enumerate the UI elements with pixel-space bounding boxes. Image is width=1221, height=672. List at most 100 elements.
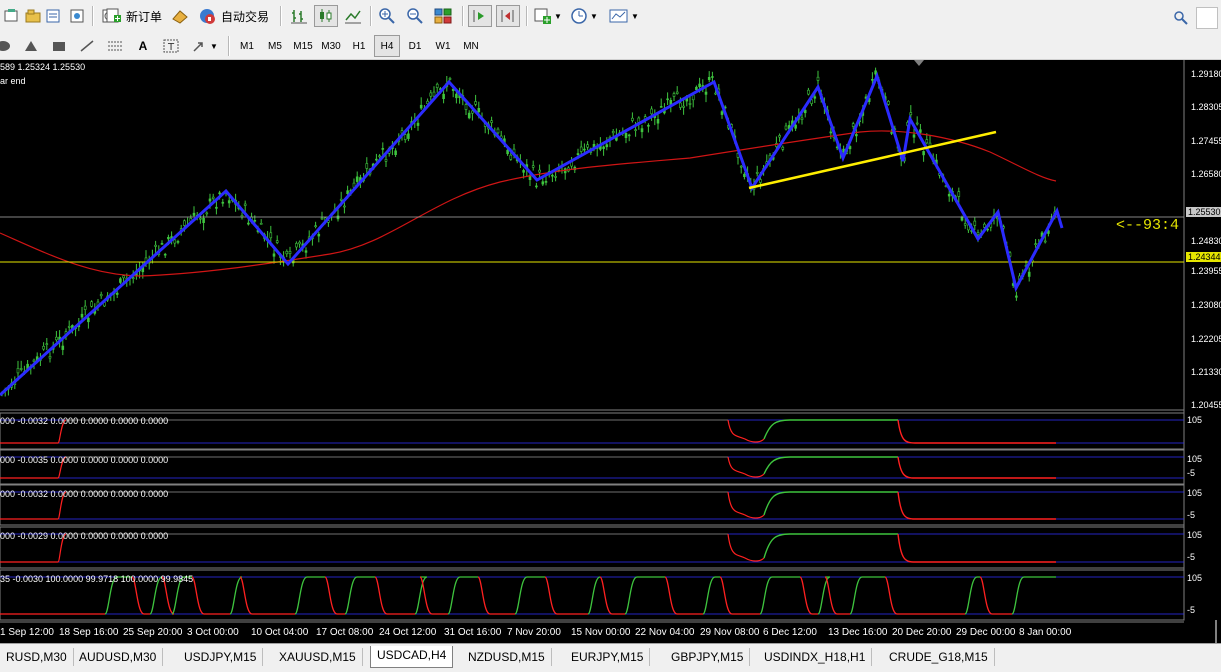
clock-icon — [570, 7, 588, 25]
candle-body — [813, 96, 817, 99]
indicator-values: 35 -0.0030 100.0000 99.9718 100.0000 99.… — [0, 574, 194, 584]
chart-tab[interactable]: XAUUSD,M15 — [273, 648, 363, 666]
new-order-label: 新订单 — [125, 9, 162, 24]
chart-tab[interactable]: AUDUSD,M30 — [73, 648, 164, 666]
candle-body — [455, 93, 458, 99]
timeframe-button-m5[interactable]: M5 — [262, 35, 288, 57]
new-chart-icon[interactable] — [2, 5, 20, 27]
candle-body — [627, 134, 631, 137]
candle-body — [183, 220, 186, 226]
indicator-values: 000 -0.0032 0.0000 0.0000 0.0000 0.0000 — [0, 416, 169, 426]
timeframe-button-w1[interactable]: W1 — [430, 35, 456, 57]
search-input[interactable] — [1196, 7, 1218, 29]
metaeditor-icon[interactable] — [170, 5, 190, 27]
text-tool-button[interactable]: A — [134, 35, 152, 57]
zoom-in-icon[interactable] — [376, 5, 398, 27]
navigator-icon[interactable] — [68, 5, 86, 27]
trendline-icon[interactable] — [78, 35, 96, 57]
ellipse-icon[interactable] — [0, 35, 12, 57]
chart-tab[interactable]: USDCAD,H4 — [370, 646, 454, 668]
candle-body — [890, 132, 893, 134]
chart-tab[interactable]: GBPJPY,M15 — [665, 648, 751, 666]
tile-windows-icon[interactable] — [432, 5, 454, 27]
auto-trading-button[interactable]: 自动交易 — [196, 5, 272, 27]
candle-body — [16, 368, 20, 374]
candle-body — [544, 181, 548, 183]
candle-body — [32, 359, 36, 362]
fibonacci-icon[interactable] — [106, 35, 124, 57]
chart-tab[interactable]: USDJPY,M15 — [178, 648, 264, 666]
market-watch-icon[interactable] — [44, 5, 62, 27]
candle-body — [640, 128, 644, 133]
candle-body — [778, 135, 781, 138]
templates-dropdown[interactable]: ▼ — [606, 5, 642, 27]
candle-body — [343, 205, 346, 208]
candle-body — [90, 301, 93, 307]
indicator-top-level: 105 — [1187, 573, 1203, 583]
price-chart[interactable] — [0, 60, 1221, 643]
chevron-down-icon: ▼ — [554, 11, 562, 21]
chart-shift-icon[interactable] — [496, 5, 520, 27]
timeframe-button-mn[interactable]: MN — [458, 35, 484, 57]
candle-body — [80, 313, 84, 318]
candle-body — [247, 222, 250, 225]
zigzag-line — [0, 71, 1064, 397]
candle-body — [355, 176, 359, 182]
bar-chart-icon[interactable] — [288, 5, 310, 27]
chart-tab[interactable]: USDINDX_H18,H1 — [758, 648, 873, 666]
chart-tab[interactable]: NZDUSD,M15 — [462, 648, 552, 666]
candle-body — [407, 133, 410, 139]
candle-body — [874, 70, 877, 75]
triangle-icon[interactable] — [22, 35, 40, 57]
toolbar-separator — [370, 6, 372, 26]
candle-body — [375, 158, 378, 161]
indicator-top-level: 105 — [1187, 488, 1203, 498]
chart-tab[interactable]: EURJPY,M15 — [565, 648, 651, 666]
countdown-annotation: <--93:4 — [1116, 217, 1180, 234]
candle-body — [215, 206, 218, 209]
periods-dropdown[interactable]: ▼ — [568, 5, 600, 27]
svg-text:T: T — [167, 42, 175, 53]
time-axis-label: 17 Oct 08:00 — [316, 627, 374, 638]
candle-body — [365, 163, 369, 169]
candle-body — [464, 104, 468, 110]
indicators-dropdown[interactable]: ▼ — [532, 5, 564, 27]
zoom-out-icon[interactable] — [404, 5, 426, 27]
candle-body — [816, 76, 820, 81]
candle-body — [720, 111, 724, 115]
candle-body — [551, 174, 554, 177]
candle-body — [45, 343, 49, 346]
time-axis-label: 1 Sep 12:00 — [0, 627, 54, 638]
price-axis-label: 1.23080 — [1191, 300, 1221, 310]
candle-body — [1034, 243, 1037, 245]
text-label-icon[interactable]: T — [162, 35, 180, 57]
new-order-button[interactable]: 新订单 — [104, 5, 166, 27]
timeframe-button-d1[interactable]: D1 — [402, 35, 428, 57]
indicator-pane — [0, 449, 1185, 485]
timeframe-button-h4[interactable]: H4 — [374, 35, 400, 57]
candle-body — [634, 129, 637, 131]
chart-tab[interactable]: CRUDE_G18,M15 — [883, 648, 995, 666]
line-chart-icon[interactable] — [342, 5, 364, 27]
chart-tab[interactable]: RUSD,M30 — [0, 648, 74, 666]
timeframe-button-m1[interactable]: M1 — [234, 35, 260, 57]
timeframe-button-m15[interactable]: M15 — [290, 35, 316, 57]
indicator-bottom-level: -5 — [1187, 510, 1196, 520]
profiles-icon[interactable] — [24, 5, 42, 27]
price-axis-label: 1.25530 — [1186, 207, 1221, 217]
candle-body — [119, 278, 122, 283]
candle-body — [855, 134, 858, 137]
chart-window[interactable]: 589 1.25324 1.25530 ar end <--93:4 1.291… — [0, 60, 1221, 643]
candlestick-chart-icon[interactable] — [314, 5, 338, 27]
candle-body — [650, 108, 653, 115]
toolbar-separator — [92, 6, 94, 26]
timeframe-button-m30[interactable]: M30 — [318, 35, 344, 57]
candle-body — [807, 89, 810, 95]
timeframe-button-h1[interactable]: H1 — [346, 35, 372, 57]
candle-body — [647, 124, 650, 127]
auto-scroll-icon[interactable] — [468, 5, 492, 27]
rectangle-icon[interactable] — [50, 35, 68, 57]
search-icon[interactable] — [1172, 7, 1190, 29]
candle-body — [160, 243, 164, 245]
arrows-dropdown[interactable]: ▼ — [190, 35, 220, 57]
